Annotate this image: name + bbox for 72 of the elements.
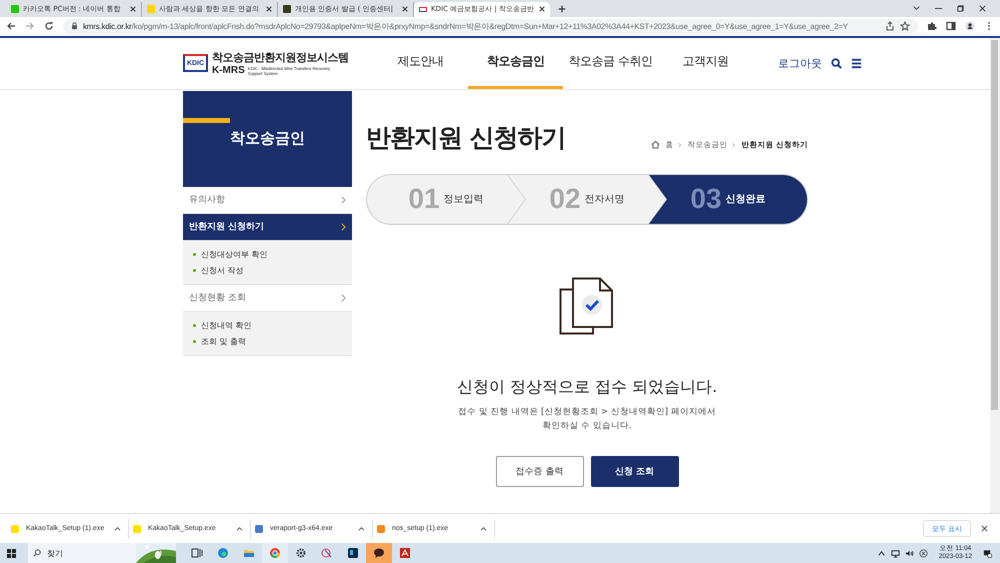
close-icon[interactable]: [978, 4, 987, 13]
nav-link[interactable]: 착오송금 수취인: [563, 38, 658, 89]
home-icon[interactable]: [651, 140, 660, 150]
file-icon: [255, 524, 263, 533]
restore-icon[interactable]: [956, 4, 965, 13]
caret-up-icon[interactable]: [236, 526, 243, 532]
site-icon: [147, 5, 155, 14]
reload-icon[interactable]: [44, 21, 54, 32]
document-check-icon: [559, 276, 615, 335]
bullet-icon: [193, 268, 196, 272]
site-icon: [419, 5, 427, 14]
chevron-down-icon[interactable]: [912, 4, 921, 13]
file-icon: [377, 524, 385, 533]
site-abbreviation: K-MRS: [212, 65, 245, 76]
caret-up-icon[interactable]: [480, 526, 487, 532]
chevron-right-icon: [341, 222, 346, 231]
bullet-icon: [193, 340, 196, 343]
search-field[interactable]: 찾기: [28, 543, 176, 563]
chat-bubble-icon[interactable]: [366, 543, 392, 563]
lock-icon: [71, 22, 78, 30]
close-icon[interactable]: [981, 525, 988, 532]
file-icon: [11, 524, 19, 533]
star-icon[interactable]: [900, 21, 910, 32]
search-button[interactable]: 신청 조회: [590, 456, 678, 487]
close-icon[interactable]: [266, 6, 272, 12]
chevron-right-icon: [341, 196, 346, 204]
puzzle-icon[interactable]: [927, 21, 937, 32]
bullet-icon: [193, 324, 196, 327]
scrollbar[interactable]: [990, 38, 1000, 514]
submenu-item[interactable]: 신청서 작성: [193, 264, 342, 276]
file-icon: [133, 524, 141, 533]
network-icon[interactable]: [890, 548, 900, 558]
logout-link[interactable]: 로그아웃: [778, 56, 822, 71]
search-icon[interactable]: [831, 58, 842, 69]
info-text: 확인하실 수 있습니다.: [542, 420, 632, 432]
chevron-up-icon[interactable]: [876, 548, 886, 558]
profile-icon[interactable]: [965, 21, 975, 32]
submenu-item[interactable]: 조회 및 출력: [193, 336, 342, 347]
caret-up-icon[interactable]: [358, 526, 365, 532]
windows-icon[interactable]: [7, 548, 16, 558]
menu-icon[interactable]: [851, 58, 862, 69]
site-icon: [11, 5, 19, 14]
close-icon[interactable]: [402, 6, 408, 12]
submenu-item[interactable]: 신청대상여부 확인: [193, 248, 342, 260]
site-title: 착오송금반환지원정보시스템: [212, 50, 348, 66]
close-icon[interactable]: [130, 6, 136, 12]
sidebar-title: 착오송금인: [230, 129, 305, 148]
site-icon: [283, 5, 291, 14]
sidebar-icon[interactable]: [946, 21, 956, 32]
bullet-icon: [193, 252, 196, 256]
chevron-right-icon: [341, 294, 346, 302]
info-text: 접수 및 진행 내역은 [신청현황조회 > 신청내역확인] 페이지에서: [458, 406, 716, 418]
print-button[interactable]: 접수증 출력: [496, 456, 584, 487]
submenu-item[interactable]: 신청내역 확인: [193, 320, 342, 331]
search-icon: [33, 549, 41, 557]
new-tab-icon[interactable]: [558, 4, 566, 13]
notification-icon[interactable]: [983, 548, 992, 558]
chevron-right-icon: [732, 142, 736, 148]
success-message: 신청이 정상적으로 접수 되었습니다.: [456, 376, 718, 398]
caret-up-icon[interactable]: [114, 526, 121, 532]
nav-link[interactable]: 제도안내: [373, 38, 468, 89]
page-title: 반환지원 신청하기: [366, 122, 566, 154]
close-icon[interactable]: [539, 6, 545, 12]
nav-link[interactable]: 고객지원: [658, 38, 753, 89]
speaker-icon[interactable]: [904, 548, 914, 558]
nav-link[interactable]: 착오송금인: [468, 38, 563, 89]
share-icon[interactable]: [885, 21, 895, 32]
no-connection-icon[interactable]: [918, 548, 928, 558]
chevron-right-icon: [678, 142, 682, 148]
scrollbar-thumb[interactable]: [991, 40, 998, 410]
back-icon[interactable]: [6, 21, 16, 32]
sidebar-item[interactable]: 반환지원 신청하기: [183, 214, 352, 241]
